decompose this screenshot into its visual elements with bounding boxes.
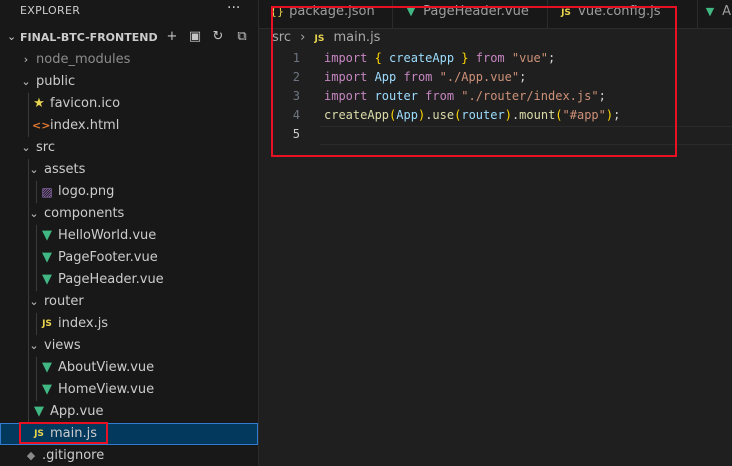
- folder-row[interactable]: ⌄ src: [0, 137, 258, 159]
- file-label: index.js: [58, 316, 109, 331]
- file-label: .gitignore: [42, 448, 105, 463]
- vue-icon: ▼: [42, 228, 52, 243]
- vue-icon: ▼: [42, 250, 52, 265]
- collapse-all-icon[interactable]: ⧉: [233, 28, 251, 46]
- folder-row[interactable]: ⌄ components: [0, 203, 258, 225]
- vue-icon: ▼: [42, 272, 52, 287]
- chevron-down-icon: ⌄: [29, 339, 39, 352]
- chevron-down-icon: ⌄: [29, 207, 39, 220]
- file-label: PageHeader.vue: [58, 272, 164, 287]
- more-actions-icon[interactable]: ···: [227, 0, 240, 16]
- folder-label: components: [44, 206, 125, 221]
- file-row[interactable]: ★ favicon.ico: [0, 93, 258, 115]
- file-label: App.vue: [50, 404, 104, 419]
- indent-guide: [36, 225, 37, 291]
- indent-guide: [36, 357, 37, 401]
- file-label: logo.png: [58, 184, 115, 199]
- folder-label: views: [44, 338, 81, 353]
- annotation-box-code: [271, 6, 677, 157]
- git-icon: ◆: [26, 449, 36, 462]
- file-row[interactable]: ▨ logo.png: [0, 181, 258, 203]
- tab-app-vue[interactable]: ▼ App: [698, 0, 732, 28]
- star-icon: ★: [33, 96, 45, 111]
- refresh-icon[interactable]: ↻: [209, 28, 227, 46]
- vue-icon: ▼: [705, 5, 715, 18]
- explorer-sidebar: EXPLORER ··· ⌄ FINAL-BTC-FRONTEND + ▣ ↻ …: [0, 0, 258, 466]
- indent-guide: [36, 313, 37, 335]
- project-title: FINAL-BTC-FRONTEND: [20, 31, 158, 44]
- new-folder-icon[interactable]: ▣: [186, 28, 204, 46]
- file-row[interactable]: <> index.html: [0, 115, 258, 137]
- chevron-down-icon: ⌄: [29, 163, 39, 176]
- vue-icon: ▼: [42, 360, 52, 375]
- file-label: favicon.ico: [50, 96, 121, 111]
- file-row[interactable]: ▼ PageHeader.vue: [0, 269, 258, 291]
- indent-guide: [28, 93, 29, 137]
- chevron-down-icon: ⌄: [29, 295, 39, 308]
- vue-icon: ▼: [42, 382, 52, 397]
- file-row[interactable]: ▼ HelloWorld.vue: [0, 225, 258, 247]
- file-label: HelloWorld.vue: [58, 228, 157, 243]
- folder-label: src: [36, 140, 55, 155]
- html-icon: <>: [32, 119, 51, 132]
- js-icon: JS: [42, 319, 52, 329]
- folder-row[interactable]: ⌄ router: [0, 291, 258, 313]
- image-icon: ▨: [41, 185, 53, 199]
- project-section-header[interactable]: ⌄ FINAL-BTC-FRONTEND + ▣ ↻ ⧉: [0, 27, 258, 49]
- folder-row[interactable]: ⌄ public: [0, 71, 258, 93]
- file-row[interactable]: ◆ .gitignore: [0, 445, 258, 466]
- sidebar-divider: [258, 0, 259, 466]
- folder-row[interactable]: ⌄ assets: [0, 159, 258, 181]
- folder-label: node_modules: [36, 52, 131, 67]
- folder-label: public: [36, 74, 76, 89]
- file-row[interactable]: ▼ App.vue: [0, 401, 258, 423]
- vue-icon: ▼: [34, 404, 44, 419]
- indent-guide: [36, 181, 37, 203]
- file-row[interactable]: ▼ HomeView.vue: [0, 379, 258, 401]
- chevron-right-icon: ›: [23, 53, 29, 66]
- chevron-down-icon: ⌄: [21, 75, 31, 88]
- folder-row[interactable]: ⌄ views: [0, 335, 258, 357]
- folder-label: router: [44, 294, 84, 309]
- chevron-down-icon: ⌄: [21, 141, 31, 154]
- explorer-title: EXPLORER: [20, 4, 81, 17]
- file-label: AboutView.vue: [58, 360, 155, 375]
- folder-row[interactable]: › node_modules: [0, 49, 258, 71]
- chevron-down-icon: ⌄: [7, 30, 17, 43]
- folder-label: assets: [44, 162, 86, 177]
- file-label: index.html: [50, 118, 120, 133]
- annotation-box-main-js: [19, 422, 108, 444]
- file-row[interactable]: ▼ AboutView.vue: [0, 357, 258, 379]
- file-label: HomeView.vue: [58, 382, 155, 397]
- file-row[interactable]: ▼ PageFooter.vue: [0, 247, 258, 269]
- new-file-icon[interactable]: +: [163, 28, 181, 46]
- tab-label: App: [722, 4, 732, 19]
- indent-guide: [28, 159, 29, 423]
- file-label: PageFooter.vue: [58, 250, 158, 265]
- file-row[interactable]: JS index.js: [0, 313, 258, 335]
- explorer-header: EXPLORER ···: [0, 0, 258, 22]
